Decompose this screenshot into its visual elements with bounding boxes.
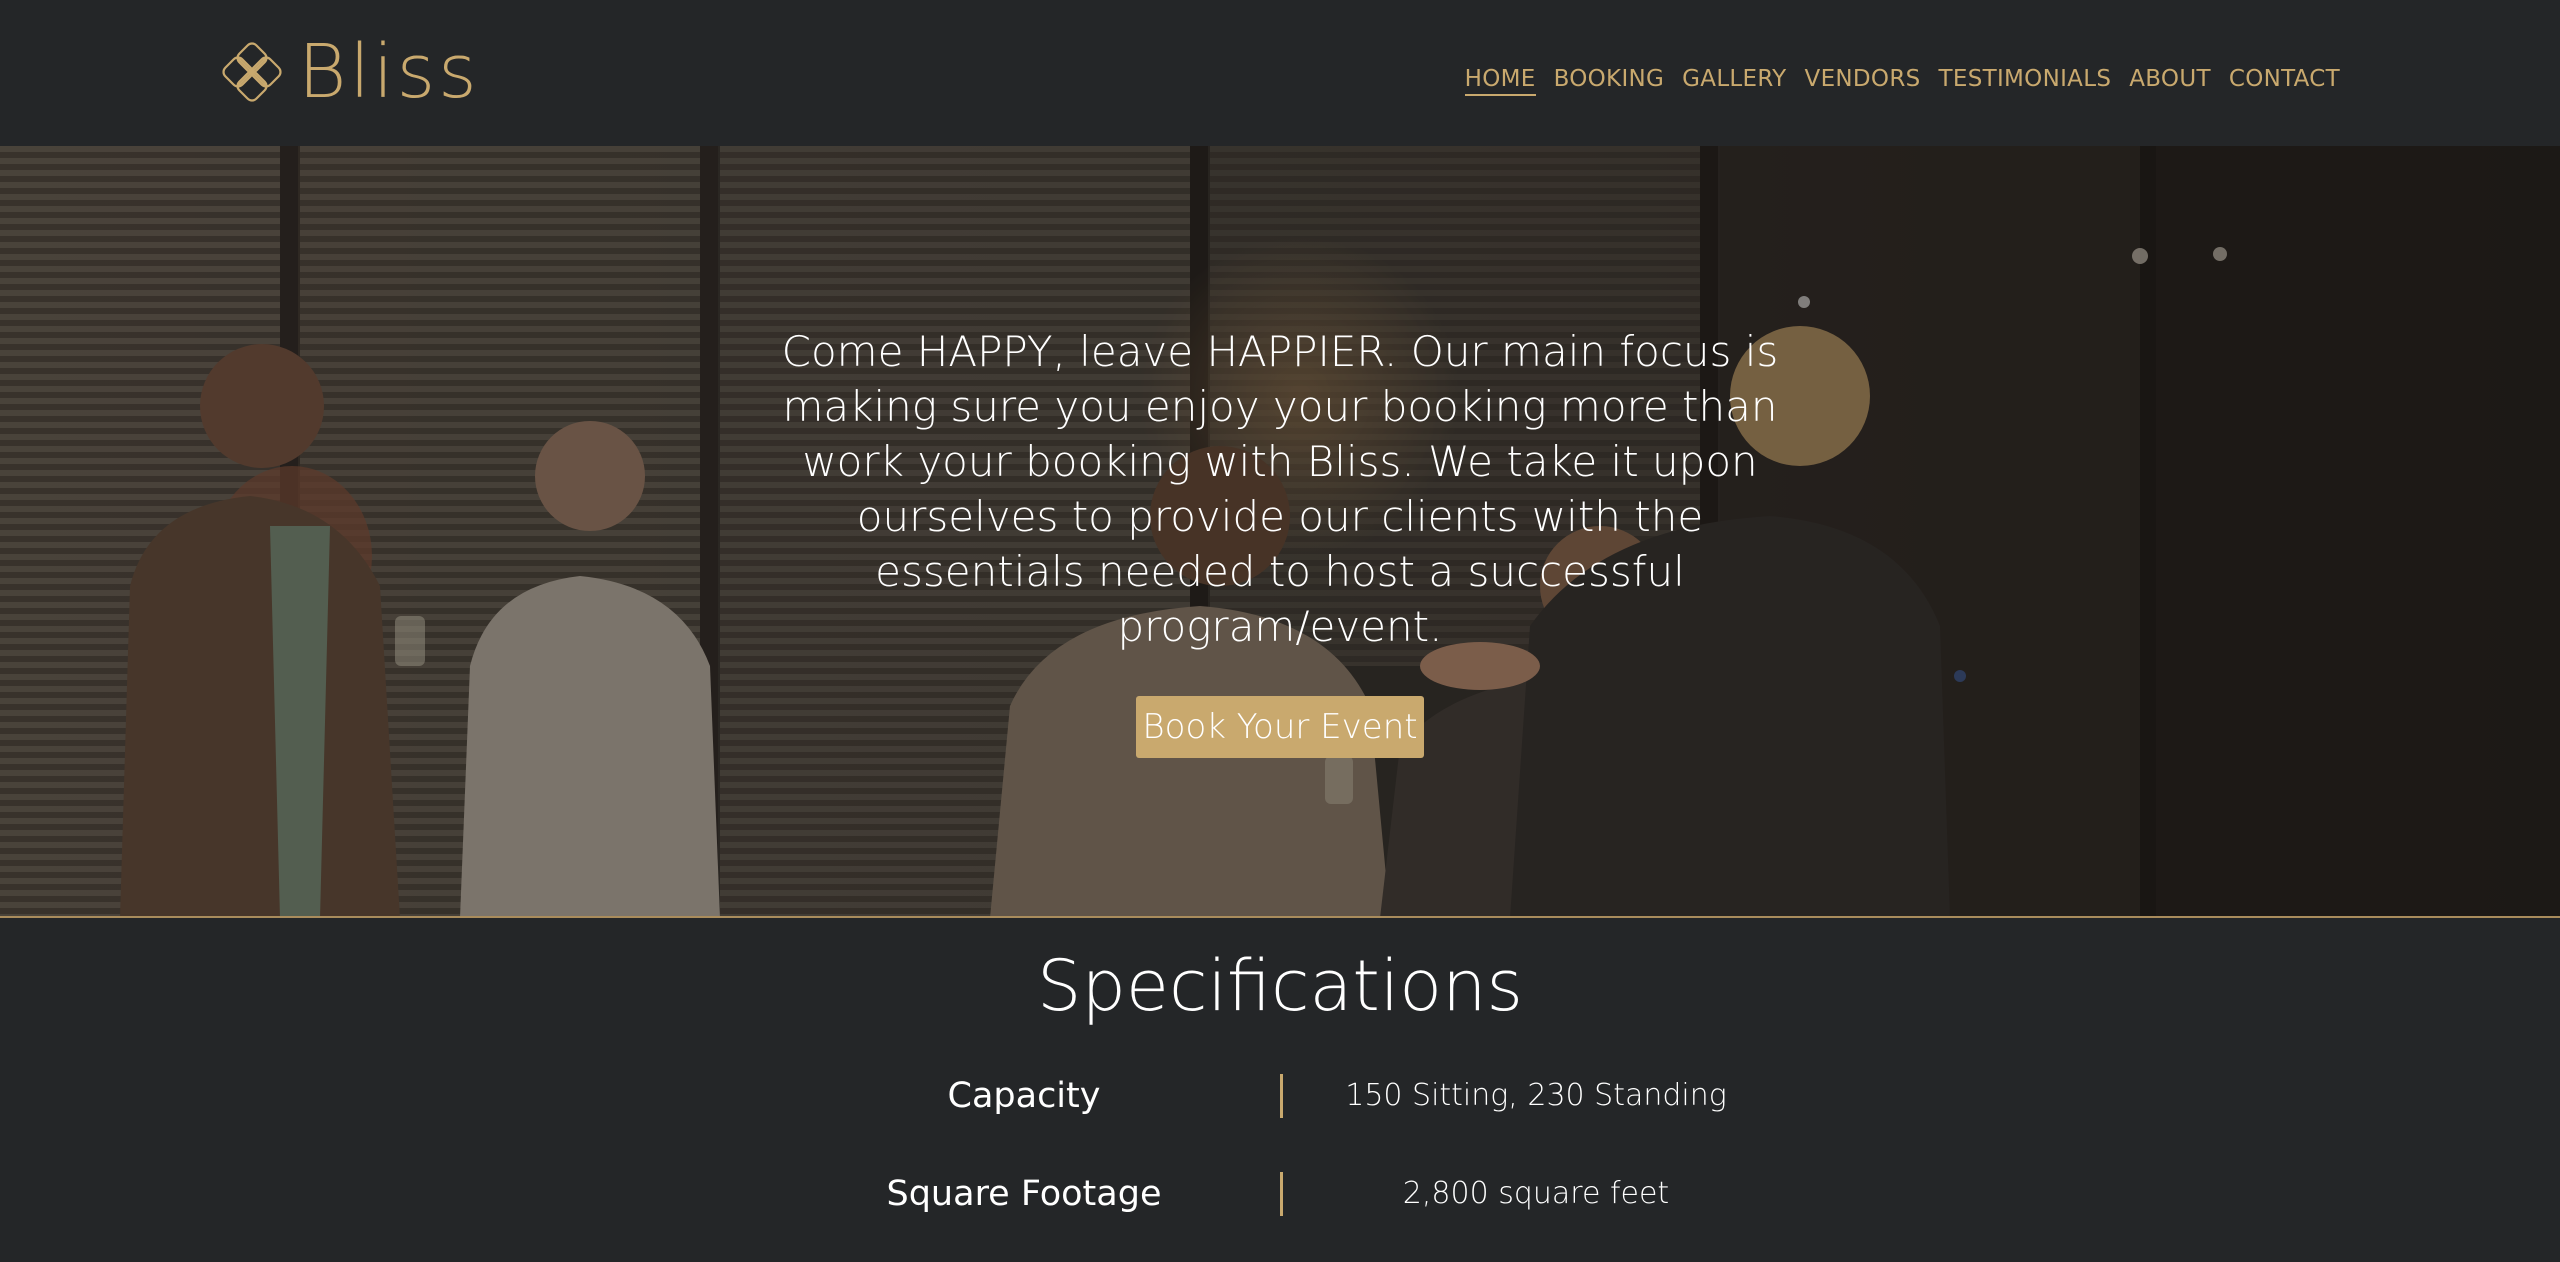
site-header: Bliss HOME BOOKING GALLERY VENDORS TESTI…: [0, 0, 2560, 146]
spec-label: Square Footage: [886, 1174, 1162, 1214]
spec-row-capacity: Capacity 150 Sitting, 230 Standing: [0, 1070, 2560, 1122]
lattice-knot-icon: [222, 42, 282, 102]
hero-tagline-line: ourselves to provide our clients with th…: [856, 492, 1704, 541]
logo-wordmark: Bliss: [298, 29, 480, 115]
spec-value: 2,800 square feet: [1402, 1176, 1670, 1211]
nav-booking[interactable]: BOOKING: [1554, 64, 1665, 96]
nav-about[interactable]: ABOUT: [2129, 64, 2211, 96]
hero-tagline-line: making sure you enjoy your booking more …: [782, 382, 1778, 431]
spec-divider: [1280, 1172, 1283, 1216]
spec-value: 150 Sitting, 230 Standing: [1345, 1078, 1727, 1113]
hero-tagline: Come HAPPY, leave HAPPIER. Our main focu…: [760, 324, 1800, 654]
logo[interactable]: Bliss: [220, 29, 480, 115]
main-nav: HOME BOOKING GALLERY VENDORS TESTIMONIAL…: [1464, 64, 2340, 96]
hero-tagline-line: Come HAPPY, leave HAPPIER. Our main focu…: [781, 327, 1779, 376]
nav-testimonials[interactable]: TESTIMONIALS: [1939, 64, 2112, 96]
spec-divider: [1280, 1074, 1283, 1118]
book-your-event-button[interactable]: Book Your Event: [1136, 696, 1424, 758]
nav-contact[interactable]: CONTACT: [2229, 64, 2340, 96]
nav-gallery[interactable]: GALLERY: [1682, 64, 1786, 96]
hero-tagline-line: program/event.: [1117, 602, 1443, 651]
hero-tagline-line: essentials needed to host a successful: [875, 547, 1685, 596]
spec-row-square-footage: Square Footage 2,800 square feet: [0, 1168, 2560, 1220]
page: Bliss HOME BOOKING GALLERY VENDORS TESTI…: [0, 0, 2560, 1262]
specifications-title: Specifications: [1037, 945, 1523, 1027]
hero-tagline-line: work your booking with Bliss. We take it…: [802, 437, 1758, 486]
spec-label: Capacity: [947, 1076, 1101, 1116]
hero-section: Come HAPPY, leave HAPPIER. Our main focu…: [0, 146, 2560, 918]
nav-vendors[interactable]: VENDORS: [1805, 64, 1921, 96]
nav-home[interactable]: HOME: [1464, 64, 1536, 96]
